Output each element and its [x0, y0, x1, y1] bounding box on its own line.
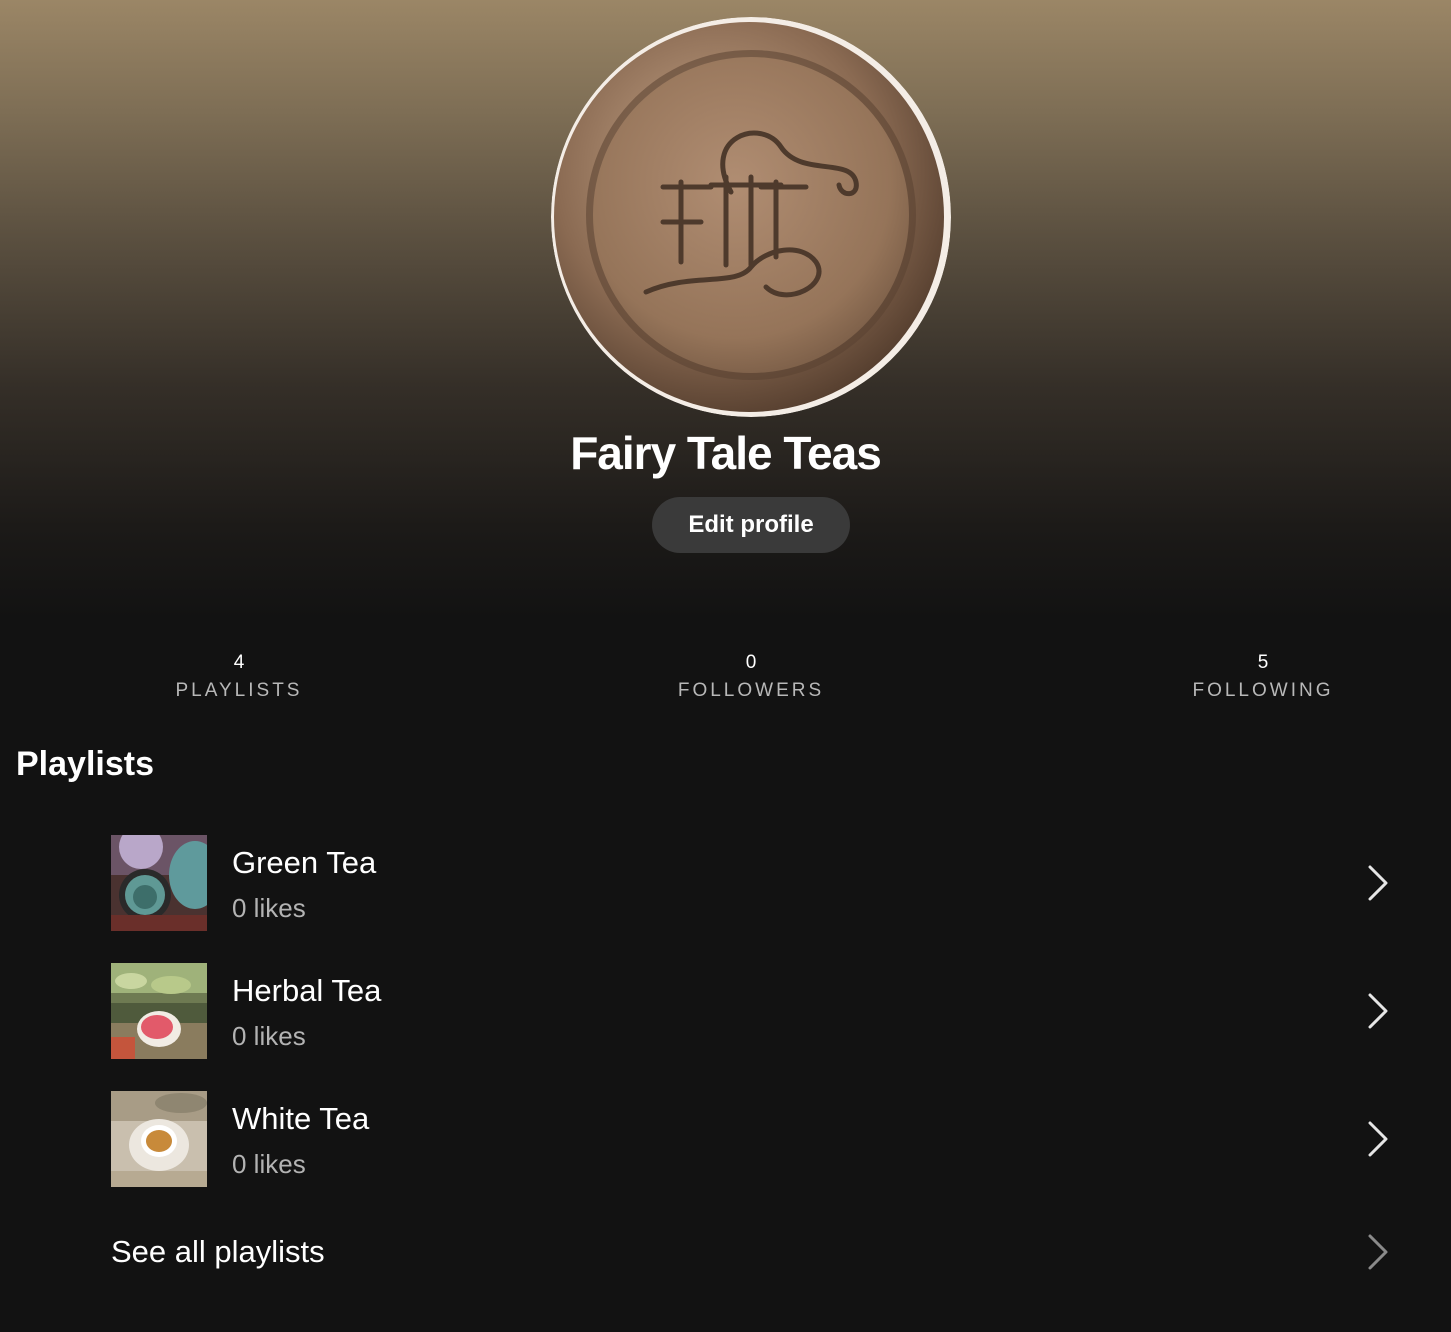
playlist-name: Herbal Tea: [232, 973, 382, 1008]
see-all-playlists-link[interactable]: See all playlists: [0, 1226, 1451, 1278]
playlist-item-white-tea[interactable]: White Tea 0 likes: [0, 1091, 1451, 1191]
stat-label: PLAYLISTS: [175, 680, 303, 701]
playlist-item-herbal-tea[interactable]: Herbal Tea 0 likes: [0, 963, 1451, 1063]
stat-following[interactable]: 5 FOLLOWING: [1113, 650, 1413, 706]
chevron-right-icon[interactable]: [1362, 991, 1392, 1031]
playlist-likes: 0 likes: [232, 1149, 306, 1179]
stat-followers[interactable]: 0 FOLLOWERS: [601, 650, 901, 706]
playlist-likes: 0 likes: [232, 1021, 306, 1051]
stat-label: FOLLOWING: [1192, 680, 1334, 701]
stat-count: 0: [745, 652, 757, 673]
playlist-cover-image: [111, 835, 207, 931]
playlist-cover-image: [111, 963, 207, 1059]
stat-count: 5: [1257, 652, 1269, 673]
playlist-cover-image: [111, 1091, 207, 1187]
stat-count: 4: [233, 652, 245, 673]
edit-profile-button[interactable]: Edit profile: [652, 497, 850, 553]
chevron-right-icon[interactable]: [1362, 1119, 1392, 1159]
stat-label: FOLLOWERS: [677, 680, 825, 701]
profile-name: Fairy Tale Teas: [570, 427, 882, 479]
playlist-item-green-tea[interactable]: Green Tea 0 likes: [0, 835, 1451, 935]
playlists-section-title: Playlists: [16, 745, 154, 783]
see-all-playlists-label: See all playlists: [111, 1234, 325, 1269]
playlist-name: White Tea: [232, 1101, 370, 1136]
profile-avatar[interactable]: [551, 17, 951, 417]
stat-playlists[interactable]: 4 PLAYLISTS: [89, 650, 389, 706]
playlist-likes: 0 likes: [232, 893, 306, 923]
playlist-name: Green Tea: [232, 845, 377, 880]
chevron-right-icon[interactable]: [1362, 863, 1392, 903]
wax-seal-image: [551, 17, 951, 417]
chevron-right-icon[interactable]: [1362, 1232, 1392, 1272]
